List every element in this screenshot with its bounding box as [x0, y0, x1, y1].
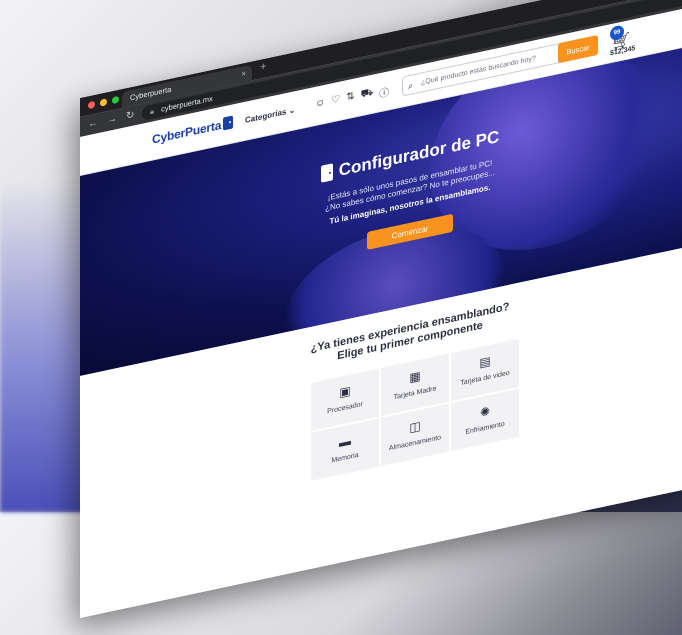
heart-icon[interactable]: ♡ [331, 94, 340, 111]
back-arrow-icon[interactable]: ← [88, 117, 98, 130]
perspective-scene: Cyberpuerta × + ← → ↻ 🔒︎ cyberpuerta.mx … [0, 0, 682, 619]
fan-icon: ✺ [479, 403, 491, 420]
search-icon: ⌕ [408, 80, 414, 92]
motherboard-icon: ▦ [409, 368, 421, 385]
maximize-window-button[interactable] [112, 95, 119, 105]
component-label: Tarjeta Madre [393, 385, 437, 402]
logo[interactable]: CyberPuerta [152, 115, 234, 147]
logo-text: CyberPuerta [152, 117, 222, 147]
new-tab-button[interactable]: + [260, 60, 266, 73]
door-logo-icon [223, 115, 234, 131]
close-tab-icon[interactable]: × [241, 66, 246, 83]
component-label: Procesador [327, 400, 363, 416]
search-button[interactable]: Buscar [558, 34, 598, 64]
browser-window: Cyberpuerta × + ← → ↻ 🔒︎ cyberpuerta.mx … [80, 0, 682, 619]
header-icons: ☺ ♡ ⇅ ⛟ ⓘ [315, 83, 389, 114]
compare-icon[interactable]: ⇅ [346, 91, 354, 108]
door-icon [320, 163, 333, 183]
window-controls [88, 95, 119, 110]
minimize-window-button[interactable] [100, 98, 107, 107]
component-label: Memoria [331, 451, 359, 465]
forward-arrow-icon[interactable]: → [107, 113, 117, 126]
cpu-icon: ▣ [339, 383, 351, 400]
help-icon[interactable]: ⓘ [379, 83, 389, 100]
truck-icon[interactable]: ⛟ [361, 87, 374, 105]
ram-icon: ▬ [339, 433, 351, 450]
user-icon[interactable]: ☺ [315, 97, 325, 114]
component-label: Enfriamiento [465, 420, 505, 437]
reload-icon[interactable]: ↻ [126, 109, 134, 122]
categories-menu[interactable]: Categorías ⌄ [245, 105, 295, 125]
close-window-button[interactable] [88, 100, 95, 110]
lock-icon: 🔒︎ [150, 106, 154, 117]
